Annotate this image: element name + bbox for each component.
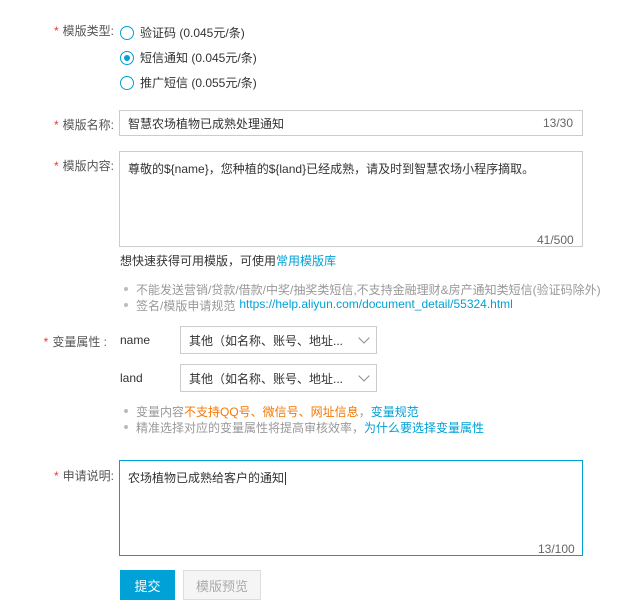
template-content-value: 尊敬的${name}，您种植的${land}已经成熟，请及时到智慧农场小程序摘取… (128, 162, 535, 176)
variable-land-label: land (120, 371, 143, 385)
required-mark: * (53, 469, 59, 483)
variable-hint-content: 变量内容 不支持QQ号、微信号、网址信息，变量规范 (124, 403, 419, 420)
template-name-counter: 13/30 (543, 116, 574, 130)
variable-name-select[interactable]: 其他（如名称、账号、地址... (180, 326, 377, 354)
variable-spec-link[interactable]: 变量规范 (371, 403, 419, 420)
content-hint-sign: 签名/模版申请规范 https://help.aliyun.com/docume… (124, 297, 513, 314)
variables-label-text: 变量属性 : (52, 335, 107, 349)
bullet-icon (124, 409, 128, 413)
variable-land-select[interactable]: 其他（如名称、账号、地址... (180, 364, 377, 392)
radio-selected-icon (120, 50, 134, 65)
bullet-icon (124, 287, 128, 291)
text-cursor (285, 472, 287, 486)
radio-sms-notification[interactable]: 短信通知 (0.045元/条) (120, 49, 257, 66)
why-variable-attr-link[interactable]: 为什么要选择变量属性 (364, 419, 484, 436)
application-label-text: 申请说明: (62, 469, 114, 483)
template-name-label: * 模版名称: (14, 116, 114, 133)
application-value: 农场植物已成熟给客户的通知 (128, 471, 285, 485)
application-counter: 13/100 (538, 542, 575, 556)
hint-text: 签名/模版申请规范 (136, 299, 236, 313)
hint-text: 精准选择对应的变量属性将提高审核效率， (136, 421, 365, 435)
required-mark: * (53, 159, 59, 173)
template-type-label-text: 模版类型: (62, 24, 114, 38)
variable-hint-attr: 精准选择对应的变量属性将提高审核效率， 为什么要选择变量属性 (124, 419, 484, 436)
template-name-input[interactable]: 智慧农场植物已成熟处理通知 (119, 110, 583, 136)
template-type-label: * 模版类型: (14, 22, 114, 39)
hint-text: 不能发送营销/贷款/借款/中奖/抽奖类短信,不支持金融理财&房产通知类短信(验证… (136, 283, 601, 297)
select-value: 其他（如名称、账号、地址... (189, 333, 344, 348)
radio-circle-icon (120, 25, 134, 40)
application-label: * 申请说明: (14, 467, 114, 484)
hint-text: 变量内容 (136, 405, 185, 419)
chevron-down-icon (358, 370, 370, 382)
template-content-label: * 模版内容: (14, 157, 114, 174)
radio-circle-icon (120, 75, 134, 90)
bullet-icon (124, 425, 128, 429)
template-content-counter: 41/500 (537, 233, 574, 247)
sign-spec-link[interactable]: https://help.aliyun.com/document_detail/… (239, 297, 513, 311)
template-preview-button[interactable]: 模版预览 (183, 570, 261, 600)
template-content-label-text: 模版内容: (62, 159, 114, 173)
variables-label: * 变量属性 : (7, 333, 107, 350)
radio-promotion-sms[interactable]: 推广短信 (0.055元/条) (120, 74, 257, 91)
required-mark: * (53, 118, 59, 132)
hint-sep: ， (358, 405, 371, 419)
required-mark: * (43, 335, 49, 349)
radio-label: 短信通知 (0.045元/条) (140, 51, 257, 65)
variable-name-label: name (120, 333, 151, 347)
hint-warning: 不支持QQ号、微信号、网址信息 (184, 405, 359, 419)
template-name-value: 智慧农场植物已成熟处理通知 (128, 116, 285, 131)
bullet-icon (124, 303, 128, 307)
quick-template-tip: 想快速获得可用模版，可使用常用模版库 (120, 252, 336, 269)
select-value: 其他（如名称、账号、地址... (189, 371, 344, 386)
quick-tip-text: 想快速获得可用模版，可使用 (120, 254, 277, 268)
application-textarea[interactable]: 农场植物已成熟给客户的通知 (119, 460, 583, 556)
template-name-label-text: 模版名称: (62, 118, 114, 132)
template-content-textarea[interactable]: 尊敬的${name}，您种植的${land}已经成熟，请及时到智慧农场小程序摘取… (119, 151, 583, 247)
submit-button[interactable]: 提交 (120, 570, 175, 600)
radio-label: 推广短信 (0.055元/条) (140, 76, 257, 90)
chevron-down-icon (358, 332, 370, 344)
required-mark: * (53, 24, 59, 38)
radio-label: 验证码 (0.045元/条) (140, 26, 245, 40)
radio-verification-code[interactable]: 验证码 (0.045元/条) (120, 24, 245, 41)
common-template-library-link[interactable]: 常用模版库 (276, 254, 336, 268)
content-hint-marketing: 不能发送营销/贷款/借款/中奖/抽奖类短信,不支持金融理财&房产通知类短信(验证… (124, 281, 601, 298)
